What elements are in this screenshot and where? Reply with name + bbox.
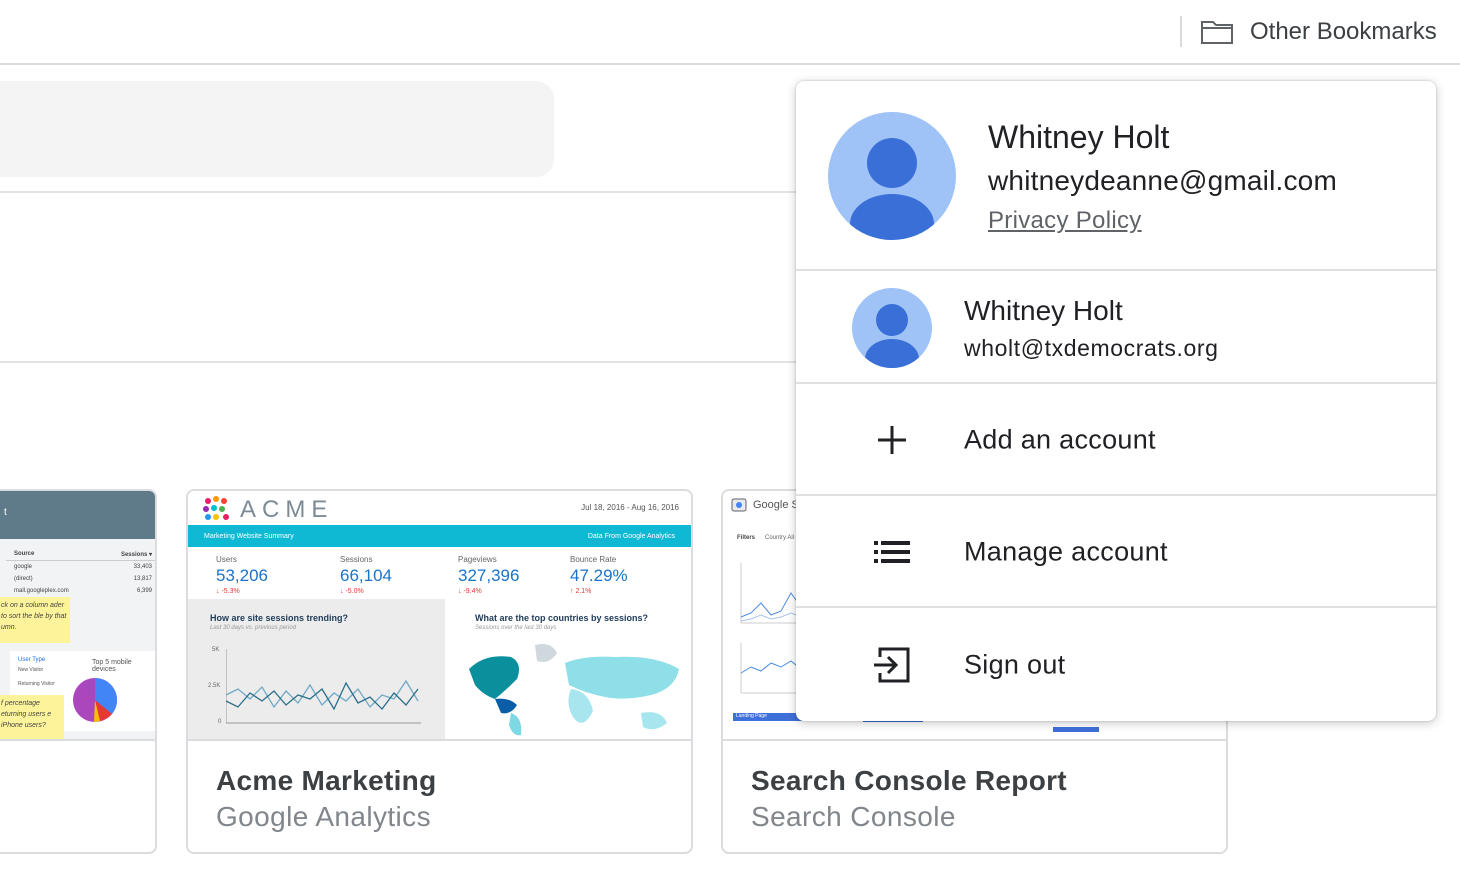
privacy-policy-link[interactable]: Privacy Policy — [988, 207, 1142, 235]
list-icon — [868, 528, 916, 576]
panel-title: What are the top countries by sessions? — [475, 613, 649, 623]
stat-bounce-rate: Bounce Rate 47.29% ↑ 2.1% — [570, 555, 628, 595]
search-console-header: Google S — [731, 497, 799, 513]
table-bar — [1053, 727, 1099, 732]
table-row: (direct) 13,817 — [14, 576, 152, 582]
panel-title: How are site sessions trending? — [210, 613, 349, 623]
sessions-trend-chart — [226, 649, 421, 724]
acme-logo: ACME — [202, 495, 333, 525]
world-map — [469, 644, 679, 736]
sign-out-button[interactable]: Sign out — [796, 610, 1436, 720]
stat-sessions: Sessions 66,104 ↓ -5.0% — [340, 555, 392, 595]
sticky-note: f percentage eturning users e iPhone use… — [0, 695, 64, 739]
report-source: Google Analytics — [216, 801, 431, 832]
report-thumbnail: ACME Jul 18, 2016 - Aug 16, 2016 Marketi… — [188, 491, 691, 741]
avatar-head — [876, 304, 908, 336]
legend-title: User Type — [18, 657, 46, 663]
legend-item: New Visitor — [18, 667, 44, 673]
manage-account-button[interactable]: Manage account — [796, 498, 1436, 608]
avatar — [828, 112, 956, 240]
divider-line — [0, 361, 800, 363]
avatar-head — [867, 138, 917, 188]
pie-chart — [73, 678, 118, 722]
filters-label: Filters — [737, 535, 756, 541]
sign-out-icon — [868, 641, 916, 689]
search-console-icon — [731, 498, 747, 512]
thumbnail-table: Source Sessions ▾ google 33,403 (direct) 1… — [6, 549, 155, 597]
table-header: Sessions ▾ — [120, 552, 152, 558]
add-account-button[interactable]: Add an account — [796, 386, 1436, 496]
countries-map-panel: What are the top countries by sessions? … — [447, 599, 691, 739]
y-tick: 0 — [218, 719, 222, 725]
table-row: mall.googleplex.com 6,399 — [14, 588, 152, 594]
manage-account-label: Manage account — [964, 536, 1168, 567]
date-range: Jul 18, 2016 - Aug 16, 2016 — [581, 503, 679, 512]
stats-row: Users 53,206 ↓ -5.3% Sessions 66,104 ↓ -… — [188, 547, 691, 599]
bookmarks-bar: Other Bookmarks — [0, 0, 1460, 65]
country-filter: Country All — [765, 535, 795, 541]
acme-logo-icon — [203, 496, 229, 520]
landing-page-label: Landing Page — [733, 713, 805, 721]
avatar — [852, 288, 932, 368]
report-title: Acme Marketing — [216, 765, 437, 796]
summary-band: Marketing Website Summary Data From Goog… — [188, 525, 691, 547]
band-title: Marketing Website Summary — [204, 532, 294, 540]
y-tick: 2.5K — [208, 683, 221, 689]
primary-account-email: whitneydeanne@gmail.com — [988, 165, 1337, 196]
account-menu-header: Whitney Holt whitneydeanne@gmail.com Pri… — [796, 81, 1436, 271]
folder-icon — [1201, 21, 1233, 44]
secondary-account-email: wholt@txdemocrats.org — [964, 335, 1219, 361]
switch-account-row[interactable]: Whitney Holt wholt@txdemocrats.org — [796, 273, 1436, 384]
secondary-account-name: Whitney Holt — [964, 295, 1123, 326]
avatar-body — [865, 339, 919, 368]
y-tick: 5K — [212, 647, 220, 653]
plus-icon — [868, 416, 916, 464]
acme-logo-text: ACME — [240, 496, 334, 523]
pie-title: Top 5 mobile devices — [92, 659, 132, 673]
report-card-partial[interactable]: t Source Sessions ▾ google 33,403 (direct… — [0, 489, 157, 854]
account-menu: Whitney Holt whitneydeanne@gmail.com Pri… — [796, 81, 1436, 721]
report-card-acme[interactable]: ACME Jul 18, 2016 - Aug 16, 2016 Marketi… — [186, 489, 693, 854]
other-bookmarks-folder[interactable]: Other Bookmarks — [1200, 14, 1437, 50]
panel-subtitle: Last 30 days vs. previous period — [210, 625, 297, 631]
table-row: google 33,403 — [14, 564, 152, 570]
panel-subtitle: Sessions over the last 30 days — [475, 625, 557, 631]
sticky-note: ck on a column ader to sort the ble by t… — [0, 597, 70, 643]
search-bar-background[interactable] — [0, 81, 554, 177]
bookmarks-divider — [1180, 16, 1182, 47]
divider-line — [0, 191, 800, 193]
thumbnail-header: t — [0, 491, 155, 539]
report-source: Search Console — [751, 801, 956, 832]
report-title: Search Console Report — [751, 765, 1067, 796]
legend-item: Returning Visitor — [18, 681, 55, 687]
sign-out-label: Sign out — [964, 649, 1066, 680]
primary-account-name: Whitney Holt — [988, 119, 1170, 155]
table-header: Source — [14, 551, 35, 557]
search-console-brand: Google S — [753, 499, 799, 511]
band-source: Data From Google Analytics — [587, 532, 675, 540]
avatar-body — [850, 194, 934, 240]
stat-pageviews: Pageviews 327,396 ↓ -9.4% — [458, 555, 520, 595]
stat-users: Users 53,206 ↓ -5.3% — [216, 555, 268, 595]
sessions-trend-panel: How are site sessions trending? Last 30 … — [188, 599, 445, 739]
report-thumbnail: t Source Sessions ▾ google 33,403 (direct… — [0, 491, 155, 741]
add-account-label: Add an account — [964, 424, 1156, 455]
other-bookmarks-label: Other Bookmarks — [1250, 18, 1437, 45]
